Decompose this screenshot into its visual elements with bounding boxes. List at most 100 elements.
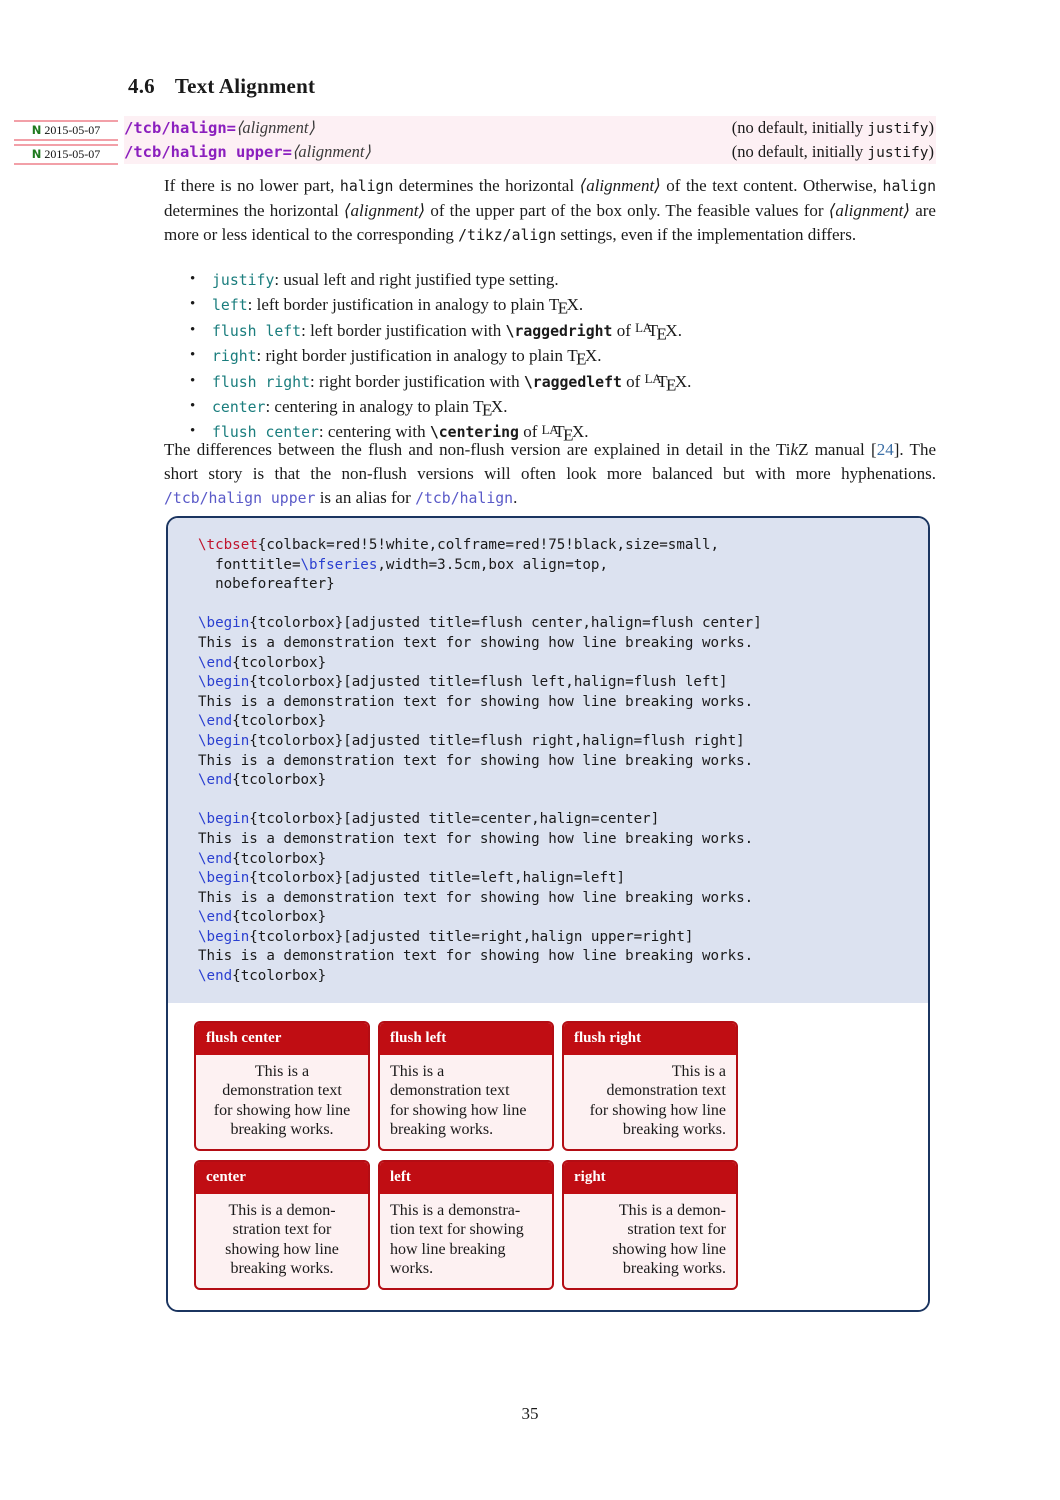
tcolorbox-body: This is a demonstra-tion text for showin… xyxy=(380,1194,552,1288)
key-reference-link[interactable]: /tcb/halign xyxy=(415,490,513,507)
tcolorbox-body: This is a demon-stration text for showing… xyxy=(564,1194,736,1288)
key-equals: = xyxy=(282,143,292,161)
key-default: (no default, initially justify) xyxy=(732,140,934,165)
latex-logo: LATEX xyxy=(635,320,678,344)
inline-argument: ⟨alignment⟩ xyxy=(579,176,661,195)
code-text: This is a demonstration text for showing… xyxy=(198,889,754,906)
latex-command: \raggedright xyxy=(505,322,613,340)
example-container: \tcbset{colback=red!5!white,colframe=red… xyxy=(166,516,930,1312)
key-definition-row: /tcb/halign=⟨alignment⟩ (no default, ini… xyxy=(124,116,936,140)
tcolorbox-row: flush center This is a demonstration text f… xyxy=(194,1020,928,1151)
list-item-keyword: left xyxy=(212,297,248,315)
tcolorbox-title: flush center xyxy=(196,1022,368,1055)
code-line: \begin{tcolorbox}[adjusted title=flush l… xyxy=(198,673,928,693)
code-line: \end{tcolorbox} xyxy=(198,967,928,987)
tcolorbox-body-line: This is a demon- xyxy=(618,1201,726,1219)
code-text: {tcolorbox}[adjusted title=flush center,… xyxy=(249,615,762,632)
inline-argument: ⟨alignment⟩ xyxy=(343,201,426,221)
text-run: determines the horizontal xyxy=(164,201,344,221)
tcolorbox-title: flush right xyxy=(564,1022,736,1055)
latex-logo: LATEX xyxy=(644,371,688,395)
tcolorbox-body-line: This is a demon- xyxy=(228,1201,336,1219)
code-command: \end xyxy=(198,654,233,671)
tcolorbox-title: flush left xyxy=(380,1022,552,1055)
tcolorbox-body-line: stration text for xyxy=(627,1221,726,1239)
code-line: This is a demonstration text for showing… xyxy=(198,634,928,654)
text-run: is an alias for xyxy=(315,488,416,508)
tikz-logo-k: k xyxy=(790,440,799,459)
list-item-keyword: flush right xyxy=(212,373,310,391)
list-item-text: : right border justification in analogy … xyxy=(256,346,568,366)
code-text: This is a demonstration text for showing… xyxy=(198,693,754,710)
list-item-text: : right border justification with xyxy=(310,371,524,391)
code-line: \end{tcolorbox} xyxy=(198,908,928,928)
tex-logo: TEX xyxy=(473,397,504,420)
code-listing: \tcbset{colback=red!5!white,colframe=red… xyxy=(168,518,928,1003)
code-command: \begin xyxy=(198,928,250,945)
code-line: \end{tcolorbox} xyxy=(198,771,928,791)
code-line: fonttitle=\bfseries,width=3.5cm,box alig… xyxy=(198,556,928,576)
inline-argument: ⟨alignment⟩ xyxy=(828,201,911,221)
code-command: \end xyxy=(198,909,233,926)
code-line: \end{tcolorbox} xyxy=(198,712,928,732)
code-text: This is a demonstration text for showing… xyxy=(198,752,754,769)
tcolorbox-body-line: This is a xyxy=(671,1062,726,1080)
inline-code: /tikz/align xyxy=(458,227,557,245)
code-line: \begin{tcolorbox}[adjusted title=right,h… xyxy=(198,928,928,948)
list-item-text: . xyxy=(677,320,682,340)
key-argument: ⟨alignment⟩ xyxy=(236,118,315,137)
text-run: Z manual [ xyxy=(798,440,877,459)
code-command: \end xyxy=(198,772,233,789)
list-item-text: . xyxy=(578,295,584,315)
citation-link[interactable]: 24 xyxy=(877,440,894,459)
section-number: 4.6 xyxy=(128,74,155,98)
text-run: If there is no lower part, xyxy=(164,176,340,195)
code-line: \end{tcolorbox} xyxy=(198,850,928,870)
key-default-prefix: (no default, initially xyxy=(731,118,868,137)
new-flag-icon: N xyxy=(31,147,42,161)
latex-command: \raggedleft xyxy=(523,373,622,391)
code-text: {tcolorbox}[adjusted title=left,halign=l… xyxy=(249,870,626,887)
code-text: {colback=red!5!white,colframe=red!75!bla… xyxy=(257,537,720,553)
tcolorbox-title: center xyxy=(196,1161,368,1194)
code-text: ,width=3.5cm,box align=top, xyxy=(377,556,608,573)
code-line: \end{tcolorbox} xyxy=(198,654,928,674)
code-line: This is a demonstration text for showing… xyxy=(198,947,928,967)
tcolorbox-body-line: stration text for xyxy=(232,1221,332,1239)
tcolorbox-body: This is a demonstration text for showing h… xyxy=(380,1055,552,1149)
code-command: \bfseries xyxy=(300,556,378,573)
tcolorbox-body-line: demonstration text xyxy=(390,1082,510,1100)
tcolorbox-body: This is a demonstration text for showing h… xyxy=(196,1055,368,1149)
code-text: This is a demonstration text for showing… xyxy=(198,634,754,651)
tcolorbox-body-line: demonstration text xyxy=(606,1082,726,1100)
code-command: \begin xyxy=(198,811,250,828)
key-reference-link[interactable]: /tcb/halign upper xyxy=(164,490,315,507)
code-text: {tcolorbox} xyxy=(232,968,327,985)
list-item-keyword: flush left xyxy=(212,322,302,340)
text-run: The differences between the flush and no… xyxy=(164,440,791,459)
page-title: 4.6 Text Alignment xyxy=(128,74,315,99)
tcolorbox-body: This is a demonstration text for showing h… xyxy=(564,1055,736,1149)
code-text: {tcolorbox}[adjusted title=flush right,h… xyxy=(249,732,745,749)
tcolorbox-body-line: how line breaking xyxy=(390,1240,506,1258)
list-item-keyword: justify xyxy=(212,272,275,289)
tcolorbox-row: center This is a demon-stration text for s… xyxy=(194,1159,928,1290)
alignment-value-list: justify: usual left and right justified … xyxy=(186,267,936,446)
code-command: \end xyxy=(198,850,233,867)
code-line: \begin{tcolorbox}[adjusted title=left,ha… xyxy=(198,869,928,889)
tcolorbox-body-line: for showing how line xyxy=(589,1101,726,1119)
tcolorbox-body-line: This is a demonstra- xyxy=(390,1201,521,1219)
code-text: nobeforeafter} xyxy=(198,576,335,593)
key-default-value: justify xyxy=(867,145,929,161)
code-command: \begin xyxy=(198,674,250,691)
code-line: \begin{tcolorbox}[adjusted title=flush r… xyxy=(198,732,928,752)
list-item-keyword: center xyxy=(212,399,266,417)
code-line: This is a demonstration text for showing… xyxy=(198,889,928,909)
key-definition-band: /tcb/halign=⟨alignment⟩ (no default, ini… xyxy=(124,116,936,164)
margin-change-note: N 2015-05-07 xyxy=(14,144,118,165)
list-item: left: left border justification in analo… xyxy=(186,292,936,318)
list-item-text: of xyxy=(621,371,645,391)
tcolorbox: right This is a demon-stration text for sh… xyxy=(562,1159,738,1290)
list-item-text: : left border justification with xyxy=(301,320,506,340)
